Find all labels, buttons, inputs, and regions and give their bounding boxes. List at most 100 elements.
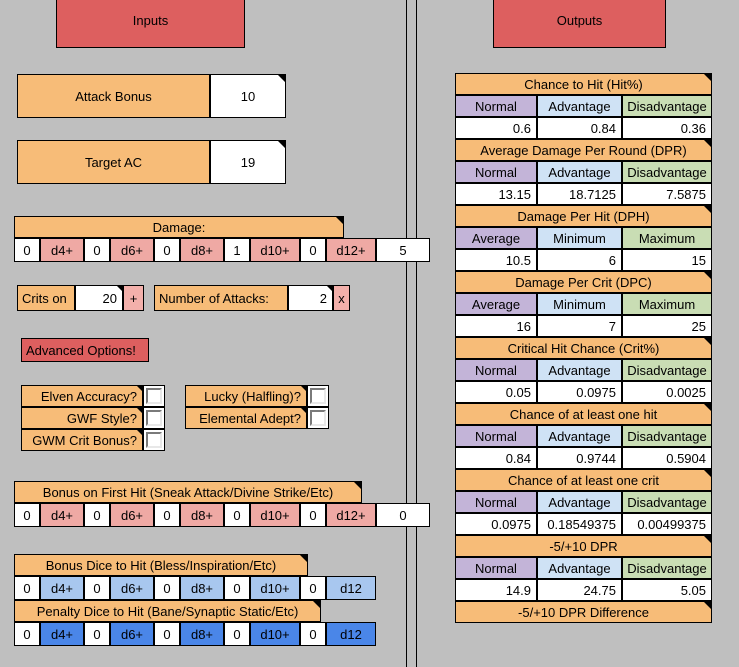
damage-d8-count[interactable]: 0 (154, 238, 180, 262)
bfh-d10-count[interactable]: 0 (224, 503, 250, 527)
header-disadvantage: Disadvantage (622, 425, 712, 447)
option-elven-accuracy[interactable]: Elven Accuracy? (21, 385, 165, 407)
header-disadvantage: Disadvantage (622, 95, 712, 117)
option-lucky-halfling[interactable]: Lucky (Halfling)? (185, 385, 329, 407)
value-disadvantage: 0.36 (622, 117, 712, 139)
crits-on-label: Crits on (17, 285, 75, 311)
bdh-d12-label: d12 (326, 576, 376, 600)
target-ac-input[interactable]: 19 (210, 140, 286, 184)
value-minimum: 6 (537, 249, 622, 271)
header-disadvantage: Disadvantage (622, 491, 712, 513)
bfh-d8-count[interactable]: 0 (154, 503, 180, 527)
damage-d8-label: d8+ (180, 238, 224, 262)
output-value-row: 0.84 0.9744 0.5904 (455, 447, 712, 469)
crits-on-row: Crits on 20 + (17, 285, 144, 311)
output-header-row: Normal Advantage Disadvantage (455, 161, 712, 183)
output-value-row: 0.6 0.84 0.36 (455, 117, 712, 139)
value-advantage: 24.75 (537, 579, 622, 601)
option-gwf-style-label: GWF Style? (21, 407, 143, 429)
value-disadvantage: 5.05 (622, 579, 712, 601)
header-disadvantage: Disadvantage (622, 161, 712, 183)
option-elven-accuracy-checkbox[interactable] (143, 385, 165, 407)
num-attacks-input[interactable]: 2 (288, 285, 333, 311)
bdh-d10-count[interactable]: 0 (224, 576, 250, 600)
bonus-dice-to-hit-title: Bonus Dice to Hit (Bless/Inspiration/Etc… (14, 554, 308, 576)
value-disadvantage: 0.00499375 (622, 513, 712, 535)
bdh-d12-count[interactable]: 0 (300, 576, 326, 600)
option-lucky-halfling-checkbox[interactable] (307, 385, 329, 407)
advanced-options-button[interactable]: Advanced Options! (21, 338, 149, 362)
value-disadvantage: 0.5904 (622, 447, 712, 469)
damage-d12-count[interactable]: 0 (300, 238, 326, 262)
outputs-tables: Chance to Hit (Hit%) Normal Advantage Di… (455, 73, 712, 623)
value-minimum: 7 (537, 315, 622, 337)
pdh-d4-count[interactable]: 0 (14, 622, 40, 646)
checkbox-icon (310, 410, 326, 426)
outputs-banner: Outputs (493, 0, 666, 48)
bdh-d6-count[interactable]: 0 (84, 576, 110, 600)
damage-d4-count[interactable]: 0 (14, 238, 40, 262)
header-advantage: Advantage (537, 95, 622, 117)
option-elemental-adept[interactable]: Elemental Adept? (185, 407, 329, 429)
checkbox-icon (310, 388, 326, 404)
bfh-d12-label: d12+ (326, 503, 376, 527)
option-gwf-style[interactable]: GWF Style? (21, 407, 165, 429)
bfh-d6-count[interactable]: 0 (84, 503, 110, 527)
output-header-row: Normal Advantage Disadvantage (455, 557, 712, 579)
value-advantage: 0.9744 (537, 447, 622, 469)
damage-d6-label: d6+ (110, 238, 154, 262)
crits-on-input[interactable]: 20 (75, 285, 123, 311)
value-advantage: 0.18549375 (537, 513, 622, 535)
option-gwm-crit-bonus[interactable]: GWM Crit Bonus? (21, 429, 165, 451)
outputs-banner-label: Outputs (556, 12, 603, 28)
num-attacks-label: Number of Attacks: (154, 285, 288, 311)
bdh-d4-label: d4+ (40, 576, 84, 600)
bdh-d4-count[interactable]: 0 (14, 576, 40, 600)
pdh-d12-count[interactable]: 0 (300, 622, 326, 646)
damage-d6-count[interactable]: 0 (84, 238, 110, 262)
option-elemental-adept-label: Elemental Adept? (185, 407, 307, 429)
bdh-d8-count[interactable]: 0 (154, 576, 180, 600)
value-disadvantage: 0.0025 (622, 381, 712, 403)
num-attacks-suffix: x (333, 285, 350, 311)
header-minimum: Minimum (537, 227, 622, 249)
option-elemental-adept-checkbox[interactable] (307, 407, 329, 429)
damage-d10-count[interactable]: 1 (224, 238, 250, 262)
bfh-d4-count[interactable]: 0 (14, 503, 40, 527)
damage-flat-bonus[interactable]: 5 (376, 238, 430, 262)
value-normal: 0.6 (455, 117, 537, 139)
pdh-d10-count[interactable]: 0 (224, 622, 250, 646)
value-maximum: 25 (622, 315, 712, 337)
penalty-dice-to-hit-strip: 0 d4+ 0 d6+ 0 d8+ 0 d10+ 0 d12 (14, 622, 376, 646)
target-ac-label: Target AC (17, 140, 210, 184)
checkbox-icon (146, 432, 162, 448)
bfh-d12-count[interactable]: 0 (300, 503, 326, 527)
option-gwf-style-checkbox[interactable] (143, 407, 165, 429)
output-table-title-dph: Damage Per Hit (DPH) (455, 205, 712, 227)
output-value-row: 16 7 25 (455, 315, 712, 337)
penalty-dice-to-hit-title: Penalty Dice to Hit (Bane/Synaptic Stati… (14, 600, 321, 622)
output-table-title-gwm-dpr-difference: -5/+10 DPR Difference (455, 601, 712, 623)
option-gwm-crit-bonus-label: GWM Crit Bonus? (21, 429, 143, 451)
value-normal: 0.84 (455, 447, 537, 469)
value-disadvantage: 7.5875 (622, 183, 712, 205)
bonus-dice-to-hit-strip: 0 d4+ 0 d6+ 0 d8+ 0 d10+ 0 d12 (14, 576, 376, 600)
bdh-d6-label: d6+ (110, 576, 154, 600)
output-header-row: Average Minimum Maximum (455, 293, 712, 315)
output-table-title-hit-pct: Chance to Hit (Hit%) (455, 73, 712, 95)
pdh-d8-count[interactable]: 0 (154, 622, 180, 646)
header-average: Average (455, 293, 537, 315)
checkbox-icon (146, 388, 162, 404)
output-table-title-crit-pct: Critical Hit Chance (Crit%) (455, 337, 712, 359)
pdh-d6-count[interactable]: 0 (84, 622, 110, 646)
header-normal: Normal (455, 161, 537, 183)
pdh-d8-label: d8+ (180, 622, 224, 646)
pdh-d12-label: d12 (326, 622, 376, 646)
bfh-flat-bonus[interactable]: 0 (376, 503, 430, 527)
attack-bonus-input[interactable]: 10 (210, 74, 286, 118)
option-gwm-crit-bonus-checkbox[interactable] (143, 429, 165, 451)
output-value-row: 0.05 0.0975 0.0025 (455, 381, 712, 403)
pdh-d6-label: d6+ (110, 622, 154, 646)
value-advantage: 18.7125 (537, 183, 622, 205)
output-value-row: 10.5 6 15 (455, 249, 712, 271)
